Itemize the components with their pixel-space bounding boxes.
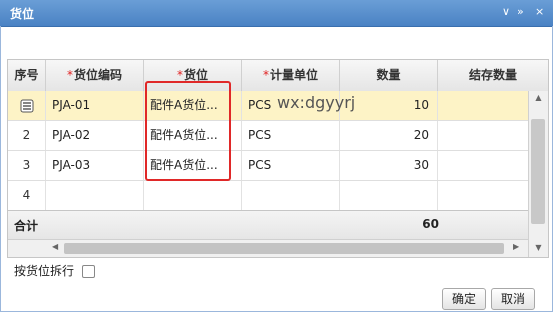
cell-location[interactable] — [144, 181, 242, 210]
cell-qty[interactable]: 30 — [340, 151, 438, 180]
cell-index: 2 — [8, 121, 46, 150]
horizontal-scroll-thumb[interactable] — [64, 243, 504, 254]
cell-location[interactable]: 配件A货位... — [144, 151, 242, 180]
row-select-cell[interactable] — [8, 91, 46, 120]
cell-unit[interactable]: PCS — [242, 151, 340, 180]
cell-unit[interactable] — [242, 181, 340, 210]
scroll-left-icon[interactable]: ◀ — [52, 242, 58, 251]
cell-location[interactable]: 配件A货位... — [144, 121, 242, 150]
col-header-code[interactable]: *货位编码 — [46, 60, 144, 91]
scroll-down-icon[interactable]: ▼ — [529, 243, 548, 252]
grid-header: 序号 *货位编码 *货位 *计量单位 数量 结存数量 — [8, 60, 548, 92]
ok-button[interactable]: 确定 — [442, 288, 486, 310]
location-grid: 序号 *货位编码 *货位 *计量单位 数量 结存数量 PJA-01 配件A货位.… — [7, 59, 549, 258]
scroll-up-icon[interactable]: ▲ — [529, 93, 548, 102]
split-by-location-label: 按货位拆行 — [14, 264, 75, 278]
col-header-balance[interactable]: 结存数量 — [438, 60, 548, 91]
col-header-location[interactable]: *货位 — [144, 60, 242, 91]
table-row[interactable]: PJA-01 配件A货位... PCS 10 — [8, 91, 528, 121]
close-icon[interactable]: × — [535, 5, 544, 18]
collapse-icon[interactable]: ∨ — [502, 5, 510, 18]
scroll-right-icon[interactable]: ▶ — [513, 242, 519, 251]
cell-code[interactable] — [46, 181, 144, 210]
col-header-unit[interactable]: *计量单位 — [242, 60, 340, 91]
summary-total-qty: 60 — [422, 217, 439, 231]
table-row[interactable]: 2 PJA-02 配件A货位... PCS 20 — [8, 121, 528, 151]
dialog-titlebar: 货位 ∨ » × — [0, 0, 553, 27]
cell-balance[interactable] — [438, 151, 528, 180]
col-header-index[interactable]: 序号 — [8, 60, 46, 91]
summary-label: 合计 — [14, 219, 39, 233]
cell-code[interactable]: PJA-02 — [46, 121, 144, 150]
vertical-scrollbar[interactable]: ▲ ▼ — [528, 91, 548, 257]
table-row[interactable]: 3 PJA-03 配件A货位... PCS 30 — [8, 151, 528, 181]
cell-index: 4 — [8, 181, 46, 210]
vertical-scroll-thumb[interactable] — [531, 119, 545, 224]
cell-location[interactable]: 配件A货位... — [144, 91, 242, 120]
dialog-title: 货位 — [10, 7, 35, 21]
cancel-button[interactable]: 取消 — [491, 288, 535, 310]
cell-balance[interactable] — [438, 91, 528, 120]
table-row[interactable]: 4 — [8, 181, 528, 211]
col-header-qty[interactable]: 数量 — [340, 60, 438, 91]
cell-balance[interactable] — [438, 181, 528, 210]
cell-qty[interactable] — [340, 181, 438, 210]
expand-icon[interactable]: » — [517, 5, 524, 18]
watermark-text: wx:dgyyrj — [277, 93, 356, 112]
cell-balance[interactable] — [438, 121, 528, 150]
horizontal-scrollbar[interactable]: ◀ ▶ — [8, 239, 528, 257]
split-by-location-option[interactable]: 按货位拆行 — [14, 262, 95, 279]
cell-code[interactable]: PJA-03 — [46, 151, 144, 180]
row-drag-icon[interactable] — [20, 99, 34, 113]
summary-row: 合计 60 — [8, 210, 528, 239]
cell-qty[interactable]: 20 — [340, 121, 438, 150]
split-by-location-checkbox[interactable] — [81, 265, 95, 278]
cell-unit[interactable]: PCS — [242, 121, 340, 150]
cell-index: 3 — [8, 151, 46, 180]
cell-code[interactable]: PJA-01 — [46, 91, 144, 120]
